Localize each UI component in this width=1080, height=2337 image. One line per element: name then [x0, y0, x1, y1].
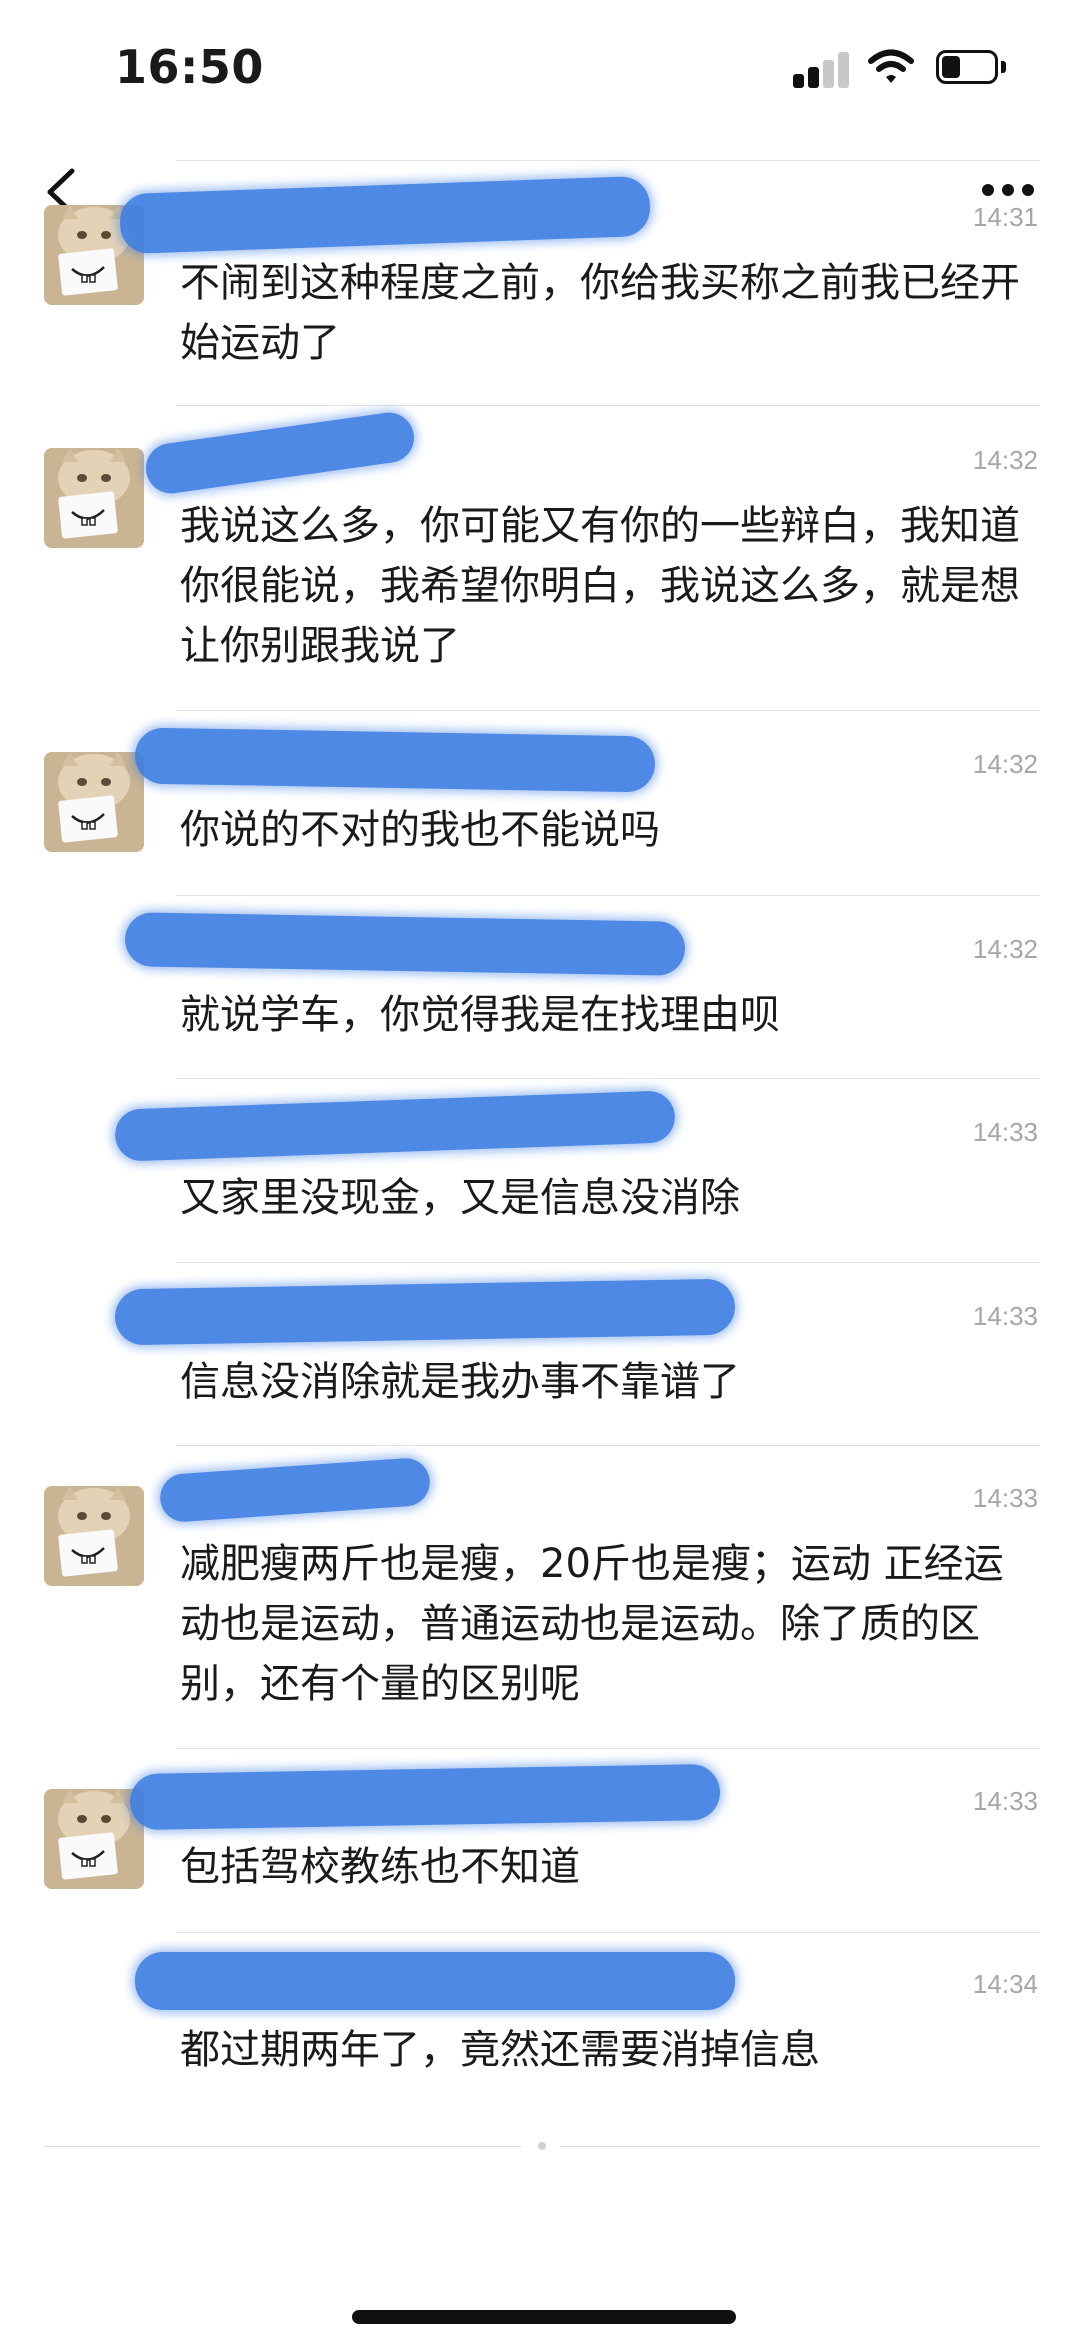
redacted-sender-name	[134, 727, 656, 793]
status-time: 16:50	[115, 40, 264, 94]
message-text: 我说这么多，你可能又有你的一些辩白，我知道你很能说，我希望你明白，我说这么多，就…	[180, 503, 1020, 669]
redacted-sender-name	[119, 175, 651, 255]
battery-icon	[936, 50, 1008, 88]
message-separator	[176, 1445, 1040, 1446]
message-separator	[176, 405, 1040, 406]
redacted-sender-name	[142, 409, 418, 497]
sender-avatar[interactable]	[44, 752, 144, 852]
message-text: 又家里没现金，又是信息没消除	[180, 1175, 740, 1221]
message-text: 信息没消除就是我办事不靠谱了	[180, 1359, 740, 1405]
message-separator	[176, 1748, 1040, 1749]
more-options-button[interactable]	[982, 184, 1034, 200]
message-time: 14:32	[972, 934, 1038, 964]
message-text: 都过期两年了，竟然还需要消掉信息	[180, 2027, 820, 2073]
message-separator	[176, 1262, 1040, 1263]
list-end-divider	[560, 2146, 1040, 2147]
sender-avatar[interactable]	[44, 448, 144, 548]
message-time: 14:33	[972, 1786, 1038, 1816]
home-indicator[interactable]	[352, 2310, 736, 2324]
message-text: 包括驾校教练也不知道	[180, 1844, 580, 1890]
redacted-sender-name	[124, 912, 686, 976]
message-text: 你说的不对的我也不能说吗	[180, 807, 660, 853]
message-time: 14:32	[972, 445, 1038, 475]
message-separator	[176, 1932, 1040, 1933]
list-end-divider	[44, 2146, 522, 2147]
redacted-sender-name	[135, 1952, 735, 2010]
message-separator	[176, 1078, 1040, 1079]
message-time: 14:33	[972, 1483, 1038, 1513]
message-time: 14:32	[972, 749, 1038, 779]
list-end-dot	[538, 2142, 546, 2150]
redacted-sender-name	[129, 1763, 721, 1831]
message-time: 14:34	[972, 1969, 1038, 1999]
redacted-sender-name	[158, 1456, 432, 1524]
redacted-sender-name	[114, 1090, 676, 1162]
redacted-sender-name	[114, 1278, 736, 1346]
message-text: 不闹到这种程度之前，你给我买称之前我已经开始运动了	[180, 260, 1020, 366]
message-separator	[176, 710, 1040, 711]
message-time: 14:33	[972, 1117, 1038, 1147]
wifi-icon	[868, 49, 914, 83]
message-separator	[176, 160, 1040, 161]
cellular-signal-icon	[793, 52, 849, 88]
sender-avatar[interactable]	[44, 1486, 144, 1586]
message-separator	[176, 895, 1040, 896]
sender-avatar[interactable]	[44, 1789, 144, 1889]
message-time: 14:33	[972, 1301, 1038, 1331]
message-time: 14:31	[972, 202, 1038, 232]
message-text: 减肥瘦两斤也是瘦，20斤也是瘦；运动 正经运动也是运动，普通运动也是运动。除了质…	[180, 1541, 1004, 1707]
message-text: 就说学车，你觉得我是在找理由呗	[180, 992, 780, 1038]
